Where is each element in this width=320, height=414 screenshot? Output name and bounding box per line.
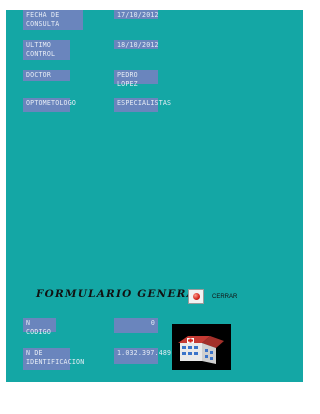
close-button-label[interactable]: CERRAR (212, 294, 237, 300)
label-optometologo: OPTOMETOLOGO (23, 98, 76, 112)
hospital-building-icon (178, 336, 224, 364)
value-doctor[interactable]: PEDRO LOPEZ (114, 70, 158, 88)
form-title: FORMULARIO GENERA (36, 288, 196, 300)
hospital-building-logo (172, 324, 231, 370)
value-codigo[interactable]: 0 (114, 318, 158, 333)
red-circle-icon (192, 293, 200, 300)
value-optometologo[interactable]: ESPECIALISTAS (114, 98, 171, 112)
close-button[interactable] (188, 289, 204, 304)
label-ultimo-control: ULTIMO CONTROL (23, 40, 70, 60)
value-identificacion[interactable]: 1.032.397.489 (114, 348, 171, 364)
label-identificacion: N DE IDENTIFICACION (23, 348, 84, 370)
value-fecha-consulta[interactable]: 17/10/2012 (114, 10, 159, 19)
label-doctor: DOCTOR (23, 70, 70, 81)
value-ultimo-control[interactable]: 18/10/2012 (114, 40, 159, 49)
label-fecha-consulta: FECHA DE CONSULTA (23, 10, 83, 30)
label-codigo: N CODIGO (23, 318, 56, 336)
